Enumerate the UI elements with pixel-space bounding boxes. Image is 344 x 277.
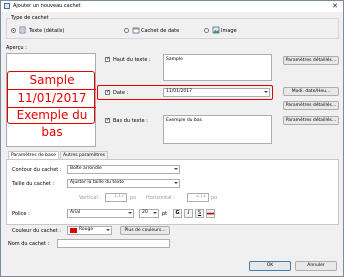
text-stamp-icon bbox=[19, 26, 27, 34]
more-colors-button[interactable]: Plus de couleurs... bbox=[120, 226, 170, 235]
color-value: Rouge bbox=[79, 227, 94, 232]
bottom-text-checkbox[interactable]: ✓ bbox=[105, 118, 110, 123]
contour-select[interactable]: Boîte arrondie bbox=[67, 165, 180, 174]
date-checkbox[interactable]: ✓ bbox=[105, 90, 110, 95]
close-icon[interactable]: ✕ bbox=[328, 1, 342, 11]
chevron-down-icon bbox=[106, 229, 110, 231]
contour-label: Contour du cachet : bbox=[12, 167, 62, 173]
radio-text-details[interactable] bbox=[11, 28, 16, 33]
size-select[interactable]: Ajuster la taille du texte bbox=[67, 179, 180, 188]
horizontal-input[interactable]: 2,11 bbox=[187, 193, 209, 202]
bottom-text-input[interactable]: Exemple du bas bbox=[163, 115, 272, 144]
date-format-select[interactable]: 11/01/2017 bbox=[163, 88, 270, 97]
top-text-details-button[interactable]: Paramètres détaillés... bbox=[283, 56, 339, 65]
preview-line-bottom: Exemple du bas bbox=[16, 108, 88, 139]
vertical-unit: po bbox=[130, 195, 137, 201]
horizontal-label: Horizontal : bbox=[146, 195, 175, 201]
contour-value: Boîte arrondie bbox=[70, 166, 102, 171]
chevron-down-icon bbox=[264, 91, 268, 93]
ok-button[interactable]: OK bbox=[249, 261, 291, 271]
tab-basic-settings[interactable]: Paramètres de base bbox=[8, 151, 59, 159]
vertical-input[interactable]: 1,17 bbox=[105, 193, 127, 202]
date-label: Date : bbox=[113, 90, 129, 96]
add-stamp-dialog: Ajouter un nouveau cachet ✕ Type de cach… bbox=[0, 0, 344, 277]
top-text-input[interactable]: Sample bbox=[163, 54, 272, 81]
image-stamp-icon bbox=[212, 26, 220, 34]
chevron-down-icon bbox=[174, 168, 178, 170]
size-value: Ajuster la taille du texte bbox=[70, 180, 125, 185]
bold-button[interactable]: G bbox=[173, 209, 182, 218]
preview-line-top: Sample bbox=[29, 73, 75, 87]
date-stamp-icon bbox=[132, 26, 140, 34]
app-icon bbox=[4, 3, 10, 9]
top-text-label: Haut du texte : bbox=[113, 57, 151, 63]
italic-button[interactable]: I bbox=[184, 209, 193, 218]
tab-other-settings[interactable]: Autres paramètres bbox=[60, 151, 108, 159]
color-select[interactable]: Rouge bbox=[67, 226, 112, 235]
top-text-checkbox[interactable]: ✓ bbox=[105, 57, 110, 62]
date-details-button[interactable]: Paramètres détaillés... bbox=[283, 101, 339, 110]
underline-button[interactable]: S bbox=[195, 209, 204, 218]
horizontal-unit: po bbox=[211, 195, 218, 201]
radio-text-details-label: Texte (détails) bbox=[29, 28, 65, 34]
preview-label: Aperçu : bbox=[6, 45, 27, 51]
font-label: Police : bbox=[12, 211, 30, 217]
vertical-label: Vertical : bbox=[79, 195, 101, 201]
stamp-name-label: Nom du cachet : bbox=[8, 241, 50, 247]
stamp-name-input[interactable] bbox=[57, 239, 170, 248]
radio-date-stamp[interactable] bbox=[124, 28, 129, 33]
radio-image-label: Image bbox=[221, 28, 237, 34]
font-select[interactable]: Arial bbox=[67, 209, 134, 218]
font-size-select[interactable]: 20 bbox=[139, 209, 159, 218]
modify-date-time-button[interactable]: Modi. date/Heu... bbox=[283, 87, 339, 96]
font-size-unit: pt bbox=[162, 211, 168, 217]
chevron-down-icon bbox=[128, 212, 132, 214]
color-swatch bbox=[70, 228, 77, 233]
bottom-text-details-button[interactable]: Paramètres détaillés... bbox=[283, 116, 339, 125]
preview-canvas: Sample 11/01/2017 Exemple du bas bbox=[6, 53, 96, 147]
radio-image[interactable] bbox=[204, 28, 209, 33]
title-bar: Ajouter un nouveau cachet ✕ bbox=[1, 1, 343, 12]
date-format-value: 11/01/2017 bbox=[166, 89, 192, 94]
bottom-text-label: Bas du texte : bbox=[113, 118, 148, 124]
font-size-value: 20 bbox=[142, 210, 148, 215]
preview-stamp: Sample 11/01/2017 Exemple du bas bbox=[7, 71, 96, 139]
chevron-down-icon bbox=[174, 182, 178, 184]
strikethrough-button[interactable]: abc bbox=[206, 209, 215, 218]
radio-date-stamp-label: Cachet de date bbox=[141, 28, 180, 34]
stamp-type-legend: Type de cachet bbox=[10, 15, 50, 21]
chevron-down-icon bbox=[153, 212, 157, 214]
size-label: Taille du cachet : bbox=[12, 181, 55, 187]
window-title: Ajouter un nouveau cachet bbox=[13, 3, 81, 9]
cancel-button[interactable]: Annuler bbox=[295, 261, 337, 271]
preview-line-date: 11/01/2017 bbox=[17, 91, 87, 105]
font-value: Arial bbox=[70, 210, 81, 215]
color-label: Couleur du cachet : bbox=[12, 228, 61, 234]
